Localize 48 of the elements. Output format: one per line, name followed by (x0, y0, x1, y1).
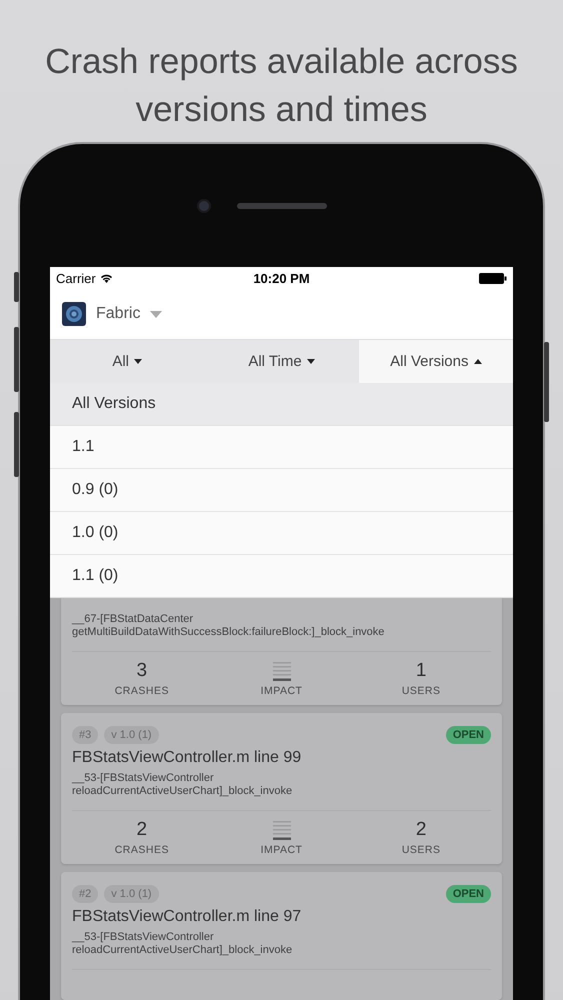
impact-meter-icon (272, 819, 292, 841)
version-option[interactable]: 1.1 (0) (50, 555, 513, 598)
version-tag: v 1.0 (1) (104, 884, 159, 902)
stat-label: USERS (402, 844, 441, 856)
clock-time: 10:20 PM (253, 270, 310, 286)
method-name: __67-[FBStatDataCenter (72, 613, 194, 626)
method-name: reloadCurrentActiveUserChart]_block_invoke (72, 785, 294, 798)
issue-number: #2 (72, 884, 98, 902)
carrier-label: Carrier (56, 270, 96, 286)
issue-number: #3 (72, 726, 98, 744)
speaker-icon (236, 202, 326, 208)
issue-title: FBStatsViewController.m line 99 (72, 749, 302, 767)
stat-label: IMPACT (260, 685, 302, 697)
issue-card[interactable]: #2 v 1.0 (1) OPEN FBStatsViewController.m line 97 __53-[FBStatsViewController reloadCurrentActiveUserChart]_block_invoke (61, 872, 502, 1000)
stat-value: 3 (136, 660, 148, 682)
caret-icon (306, 359, 315, 364)
version-option[interactable]: All Versions (50, 383, 513, 426)
stat-label: USERS (402, 685, 441, 697)
version-option[interactable]: 0.9 (0) (50, 469, 513, 512)
method-name: __53-[FBStatsViewController (72, 931, 215, 944)
headline: Crash reports available across versions and times (44, 41, 519, 131)
filter-tab[interactable]: All Versions (358, 340, 513, 383)
version-option[interactable]: 1.1 (50, 426, 513, 469)
impact-meter-icon (272, 660, 292, 682)
status-tag: OPEN (446, 726, 491, 744)
stat-label: IMPACT (260, 844, 302, 856)
camera-icon (196, 198, 210, 212)
method-name: getMultiBuildDataWithSuccessBlock:failureBlock:]_block_invoke (72, 626, 386, 639)
battery-icon (479, 272, 507, 284)
issue-card[interactable]: __67-[FBStatDataCenter getMultiBuildDataWithSuccessBlock:failureBlock:]_block_invoke 3 CRASHES IMPACT 1 USERS (61, 598, 502, 705)
stat-value: 2 (416, 819, 426, 841)
version-option[interactable]: 1.0 (0) (50, 512, 513, 555)
app-name[interactable]: Fabric (96, 305, 140, 323)
issue-title: FBStatsViewController.m line 97 (72, 908, 302, 926)
stat-value: 1 (416, 660, 426, 682)
version-tag: v 1.0 (1) (104, 726, 159, 744)
issue-card[interactable]: #3 v 1.0 (1) OPEN FBStatsViewController.m line 99 __53-[FBStatsViewController reloadCurrentActiveUserChart]_block_invoke 2 CRASHES IMPACT 2 USERS (61, 713, 502, 864)
method-name: __53-[FBStatsViewController (72, 772, 215, 785)
status-tag: OPEN (446, 884, 491, 902)
caret-icon[interactable] (150, 310, 162, 318)
caret-icon (134, 359, 142, 364)
wifi-icon (100, 273, 113, 283)
stat-label: CRASHES (114, 685, 169, 697)
stat-label: CRASHES (114, 844, 169, 856)
caret-icon (474, 359, 482, 364)
stat-value: 2 (136, 819, 148, 841)
app-logo-icon (62, 302, 86, 326)
method-name: reloadCurrentActiveUserChart]_block_invoke (72, 944, 294, 957)
